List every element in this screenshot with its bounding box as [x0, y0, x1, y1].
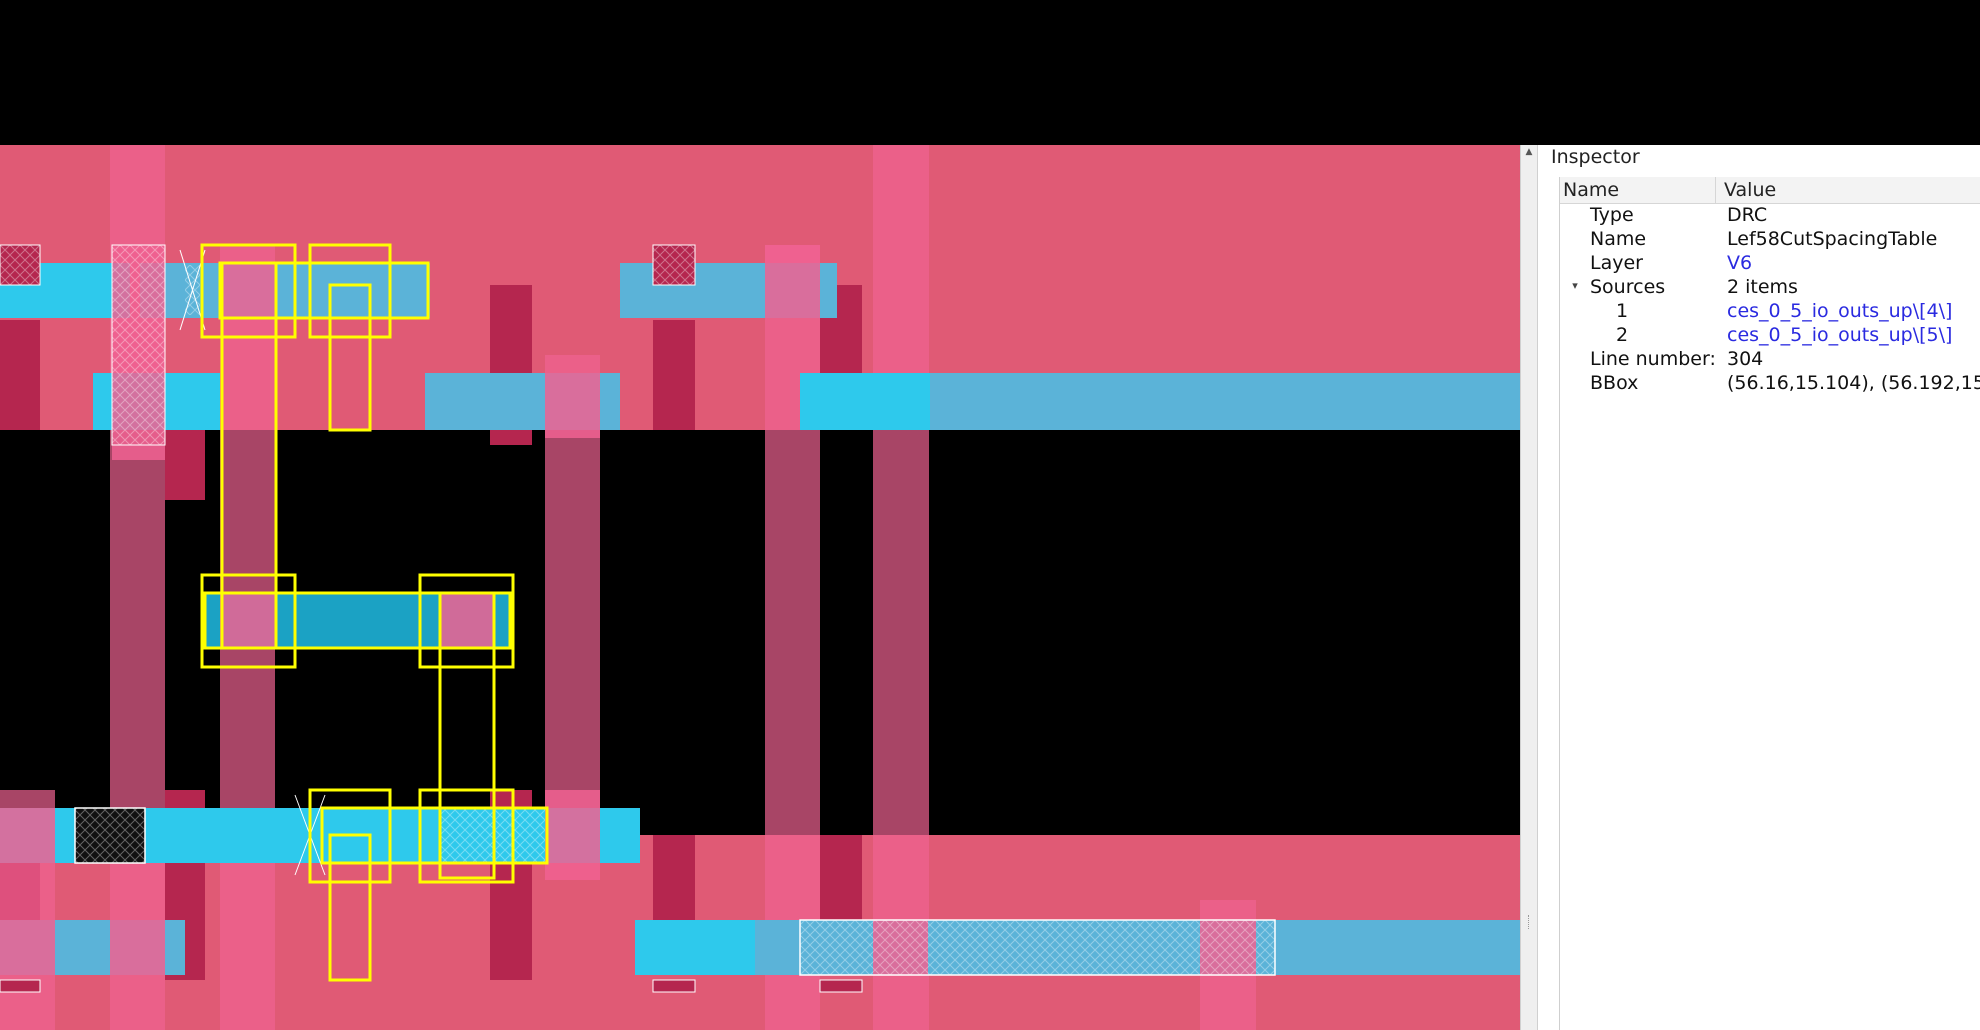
row-name: Sources — [1590, 276, 1666, 298]
row-value: DRC — [1727, 204, 1768, 226]
row-name: Type — [1590, 204, 1634, 226]
column-header-value[interactable]: Value — [1724, 179, 1776, 201]
layout-canvas[interactable] — [0, 145, 1520, 1030]
scroll-up-arrow-icon[interactable]: ▲ — [1524, 147, 1534, 157]
row-value: 304 — [1727, 348, 1764, 370]
row-name: Layer — [1590, 252, 1643, 274]
row-name: BBox — [1590, 372, 1639, 394]
chevron-down-icon[interactable]: ▾ — [1568, 279, 1582, 293]
row-name-field[interactable]: Name Lef58CutSpacingTable — [1560, 228, 1980, 252]
row-name: 1 — [1616, 300, 1629, 322]
source-link[interactable]: ces_0_5_io_outs_up\[4\] — [1727, 300, 1952, 322]
row-value: Lef58CutSpacingTable — [1727, 228, 1938, 250]
source-link[interactable]: ces_0_5_io_outs_up\[5\] — [1727, 324, 1952, 346]
splitter-grip[interactable] — [1528, 915, 1531, 929]
panel-splitter[interactable]: ▲ — [1520, 145, 1538, 1030]
row-value: (56.16,15.104), (56.192,15.136) — [1727, 372, 1980, 394]
row-type[interactable]: Type DRC — [1560, 204, 1980, 228]
inspector-panel: Inspector Name Value Type DRC Name Lef58… — [1538, 145, 1980, 1030]
layer-link[interactable]: V6 — [1727, 252, 1752, 274]
row-line-number[interactable]: Line number: 304 — [1560, 348, 1980, 372]
row-value: 2 items — [1727, 276, 1798, 298]
inspector-title: Inspector — [1551, 146, 1640, 168]
inspector-tree[interactable]: Name Value Type DRC Name Lef58CutSpacing… — [1559, 177, 1980, 1030]
top-black-bar — [0, 0, 1980, 145]
row-name: 2 — [1616, 324, 1629, 346]
row-source-1[interactable]: 1 ces_0_5_io_outs_up\[4\] — [1560, 300, 1980, 324]
tree-header: Name Value — [1560, 177, 1980, 204]
row-sources[interactable]: ▾ Sources 2 items — [1560, 276, 1980, 300]
row-bbox[interactable]: BBox (56.16,15.104), (56.192,15.136) — [1560, 372, 1980, 396]
row-source-2[interactable]: 2 ces_0_5_io_outs_up\[5\] — [1560, 324, 1980, 348]
column-separator[interactable] — [1715, 177, 1716, 203]
row-name: Line number: — [1590, 348, 1716, 370]
column-header-name[interactable]: Name — [1563, 179, 1619, 201]
row-name: Name — [1590, 228, 1647, 250]
row-layer[interactable]: Layer V6 — [1560, 252, 1980, 276]
